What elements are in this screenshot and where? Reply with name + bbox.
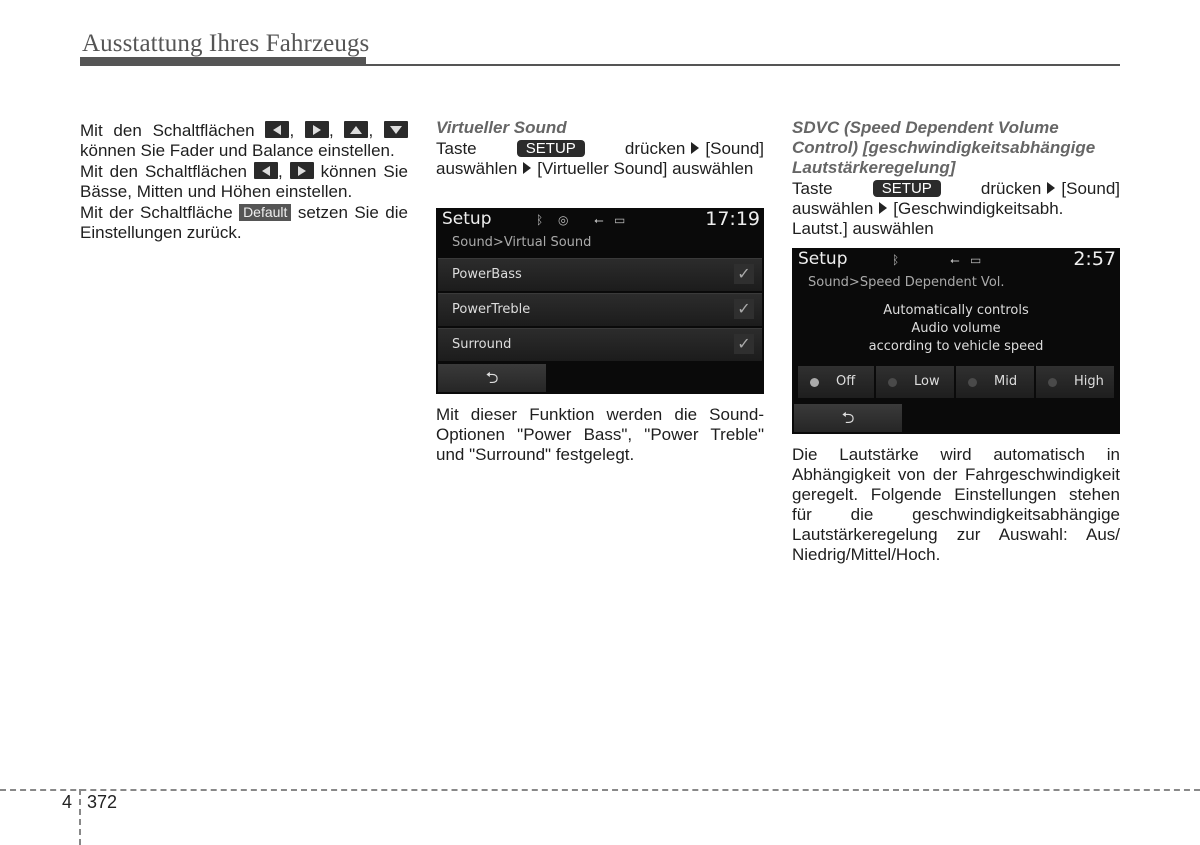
section-title: Ausstattung Ihres Fahrzeugs [82,30,370,57]
description-virtual-sound: Mit dieser Funktion werden die Sound-Opt… [436,405,764,464]
chapter-number: 4 [62,792,73,812]
clock: 2:57 [1073,248,1116,270]
info-message: Automatically controls Audio volume acco… [868,303,1044,354]
column-sdvc: SDVC (Speed Dependent Volume Control) [g… [792,118,1120,240]
disc-icon: ◎ [558,213,569,227]
radio-icon [888,378,897,387]
paragraph-fader: Mit den Schaltflächen , , , können Sie F… [80,121,408,161]
breadcrumb: Sound>Speed Dependent Vol. [808,275,1005,290]
instruction-virtual-sound: Taste SETUP drücken [Sound] auswählen [Vir… [436,139,764,178]
bluetooth-icon: ᛒ [536,213,544,227]
paragraph-bass: Mit den Schaltflächen , können Sie Bässe… [80,162,408,201]
subtitle-virtual-sound: Virtueller Sound [436,118,567,137]
back-icon: ⮌ [841,408,855,427]
description-sdvc: Die Lautstärke wird automatisch in Abhän… [792,445,1120,564]
screen-title: Setup [798,249,848,269]
aux-icon: ▭ [970,253,982,267]
column-virtual-sound: Virtueller Sound Taste SETUP drücken [Sou… [436,118,764,180]
option-high[interactable]: High [1036,366,1114,398]
checkbox-checked-icon[interactable]: ✓ [734,299,754,319]
up-arrow-button-icon [344,121,369,138]
screen-virtual-sound: Setup ᛒ ◎ ⭠ ▭ 17:19 Sound>Virtual Sound … [436,208,764,394]
radio-icon [1048,378,1057,387]
page-number: 372 [87,792,118,812]
right-arrow-button-icon [289,162,314,179]
paragraph-default: Mit der Schaltfläche Default setzen Sie … [80,203,408,242]
footer-divider [79,789,81,845]
usb-icon: ⭠ [594,213,604,227]
instruction-sdvc: Taste SETUP drücken [Sound] auswählen [Ges… [792,179,1120,238]
radio-selected-icon [810,378,819,387]
radio-icon [968,378,977,387]
footer-rule [0,789,1200,791]
breadcrumb: Sound>Virtual Sound [452,235,592,250]
step-arrow-icon [691,142,700,154]
checkbox-checked-icon[interactable]: ✓ [734,334,754,354]
option-surround[interactable]: Surround ✓ [438,328,762,361]
usb-icon: ⭠ [950,253,960,267]
back-button[interactable]: ⮌ [794,404,902,432]
clock: 17:19 [705,208,760,230]
setup-key-icon: SETUP [872,180,941,197]
left-arrow-button-icon [254,162,278,179]
default-button-icon: Default [239,204,292,221]
screen-title: Setup [442,209,492,229]
subtitle-sdvc: SDVC (Speed Dependent Volume Control) [g… [792,118,1096,177]
setup-key-icon: SETUP [516,140,585,157]
option-off[interactable]: Off [798,366,874,398]
down-arrow-button-icon [383,121,408,138]
back-button[interactable]: ⮌ [438,364,546,392]
screen-speed-dependent-volume: Setup ᛒ ⭠ ▭ 2:57 Sound>Speed Dependent V… [792,248,1120,434]
header-bar [80,57,366,66]
option-mid[interactable]: Mid [956,366,1034,398]
option-powertreble[interactable]: PowerTreble ✓ [438,293,762,326]
aux-icon: ▭ [614,213,626,227]
option-powerbass[interactable]: PowerBass ✓ [438,258,762,291]
step-arrow-icon [879,202,888,214]
left-arrow-button-icon [265,121,290,138]
step-arrow-icon [1047,182,1056,194]
option-low[interactable]: Low [876,366,954,398]
checkbox-checked-icon[interactable]: ✓ [734,264,754,284]
step-arrow-icon [523,162,532,174]
back-icon: ⮌ [485,368,499,387]
bluetooth-icon: ᛒ [892,253,900,267]
right-arrow-button-icon [304,121,329,138]
header-rule [366,64,1120,66]
column-fader-balance: Mit den Schaltflächen , , , können Sie F… [80,121,408,244]
